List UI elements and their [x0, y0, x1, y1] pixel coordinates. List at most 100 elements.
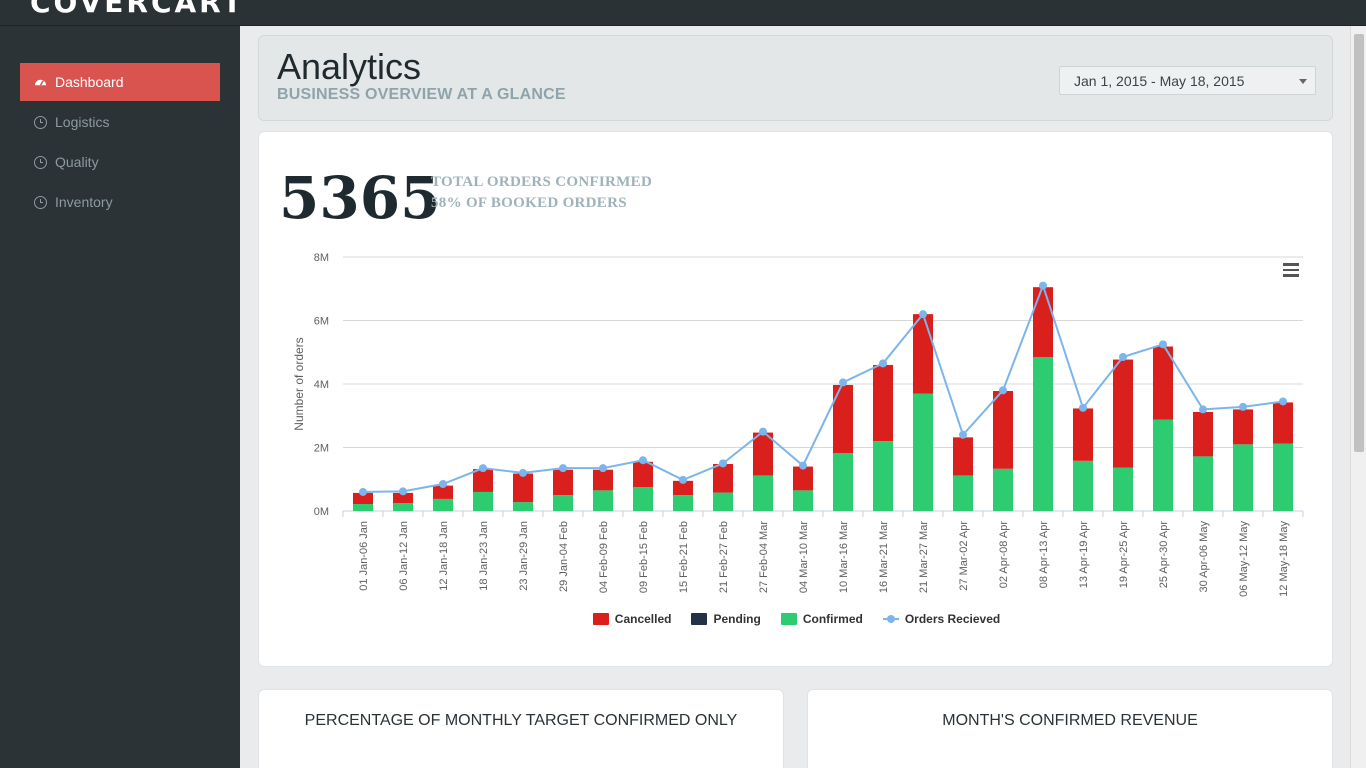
bar-cancelled — [633, 461, 653, 488]
monthly-target-card: PERCENTAGE OF MONTHLY TARGET CONFIRMED O… — [258, 689, 784, 768]
bar-cancelled — [593, 469, 613, 491]
clock-icon — [34, 195, 47, 209]
bar-confirmed — [353, 504, 373, 511]
scrollbar-thumb[interactable] — [1354, 34, 1364, 452]
caret-down-icon — [1299, 79, 1307, 84]
sidebar-item-dashboard[interactable]: Dashboard — [20, 63, 220, 101]
bar-confirmed — [393, 503, 413, 511]
legend-item-confirmed[interactable]: Confirmed — [780, 612, 863, 626]
bar-confirmed — [1153, 419, 1173, 511]
legend-item-pending[interactable]: Pending — [691, 612, 761, 626]
bar-confirmed — [593, 490, 613, 511]
bar-cancelled — [913, 314, 933, 394]
bar-confirmed — [713, 492, 733, 511]
sidebar-item-label: Logistics — [55, 114, 110, 130]
line-marker-icon — [882, 613, 899, 625]
confirmed-swatch — [780, 613, 797, 625]
confirmed-revenue-card: MONTH'S CONFIRMED REVENUE — [807, 689, 1333, 768]
top-bar: COVERCART — [0, 0, 1366, 26]
bar-confirmed — [473, 491, 493, 511]
sidebar-item-label: Quality — [55, 154, 99, 170]
x-tick-label: 16 Mar-21 Mar — [878, 521, 890, 593]
x-tick-label: 19 Apr-25 Apr — [1118, 521, 1130, 589]
bar-cancelled — [513, 473, 533, 503]
orders-received-point — [359, 487, 367, 496]
clock-icon — [34, 115, 47, 129]
bar-confirmed — [513, 502, 533, 511]
x-tick-label: 25 Apr-30 Apr — [1158, 521, 1170, 589]
x-tick-label: 21 Mar-27 Mar — [918, 521, 930, 593]
bar-cancelled — [1073, 408, 1093, 461]
orders-received-point — [879, 359, 887, 368]
x-tick-label: 27 Mar-02 Apr — [958, 521, 970, 591]
legend-item-orders-received[interactable]: Orders Recieved — [882, 612, 1000, 626]
sidebar-item-logistics[interactable]: Logistics — [20, 103, 220, 141]
legend-label: Confirmed — [802, 612, 863, 626]
sidebar-item-inventory[interactable]: Inventory — [20, 183, 220, 221]
sidebar-item-label: Inventory — [55, 194, 113, 210]
bar-confirmed — [433, 498, 453, 511]
confirmed-revenue-title: MONTH'S CONFIRMED REVENUE — [942, 712, 1198, 729]
x-tick-label: 29 Jan-04 Feb — [558, 521, 570, 592]
x-tick-label: 30 Apr-06 May — [1198, 521, 1210, 593]
x-tick-label: 27 Feb-04 Mar — [758, 521, 770, 593]
bar-confirmed — [873, 441, 893, 511]
orders-received-point — [839, 378, 847, 387]
bar-cancelled — [873, 364, 893, 442]
monthly-target-title: PERCENTAGE OF MONTHLY TARGET CONFIRMED O… — [304, 712, 738, 729]
orders-received-point — [1279, 397, 1287, 406]
x-tick-label: 12 May-18 May — [1278, 521, 1290, 597]
x-tick-label: 09 Feb-15 Feb — [638, 521, 650, 593]
x-tick-label: 18 Jan-23 Jan — [478, 521, 490, 591]
x-tick-label: 04 Feb-09 Feb — [598, 521, 610, 593]
date-range-value: Jan 1, 2015 - May 18, 2015 — [1074, 73, 1245, 89]
chart-menu-icon[interactable] — [1283, 263, 1299, 277]
x-tick-label: 08 Apr-13 Apr — [1038, 521, 1050, 589]
orders-received-point — [439, 480, 447, 489]
y-tick-label: 8M — [314, 252, 329, 264]
legend-label: Pending — [713, 612, 761, 626]
x-tick-label: 02 Apr-08 Apr — [998, 521, 1010, 589]
x-tick-label: 06 Jan-12 Jan — [398, 521, 410, 591]
bar-confirmed — [1193, 456, 1213, 511]
orders-received-point — [399, 487, 407, 496]
x-tick-label: 12 Jan-18 Jan — [438, 521, 450, 591]
bar-confirmed — [913, 393, 933, 511]
x-tick-label: 10 Mar-16 Mar — [838, 521, 850, 593]
bar-confirmed — [553, 495, 573, 511]
page-title: Analytics — [277, 46, 422, 87]
orders-received-point — [599, 464, 607, 473]
bar-cancelled — [473, 469, 493, 492]
y-axis-title: Number of orders — [292, 337, 306, 430]
y-tick-label: 4M — [314, 379, 329, 391]
orders-received-point — [1159, 340, 1167, 349]
orders-received-point — [639, 456, 647, 465]
x-tick-label: 23 Jan-29 Jan — [518, 521, 530, 591]
legend-label: Cancelled — [614, 612, 672, 626]
bar-confirmed — [673, 495, 693, 511]
orders-received-point — [919, 310, 927, 319]
x-tick-label: 21 Feb-27 Feb — [718, 521, 730, 593]
orders-received-point — [519, 468, 527, 477]
pending-swatch — [691, 613, 708, 625]
orders-received-point — [799, 461, 807, 470]
y-tick-label: 6M — [314, 316, 329, 328]
app-logo[interactable]: COVERCART — [30, 0, 245, 19]
orders-received-point — [1039, 281, 1047, 290]
orders-received-point — [559, 464, 567, 473]
page-scrollbar[interactable] — [1350, 26, 1366, 768]
bar-confirmed — [1233, 444, 1253, 511]
bar-confirmed — [953, 475, 973, 511]
legend-item-cancelled[interactable]: Cancelled — [592, 612, 672, 626]
date-range-select[interactable]: Jan 1, 2015 - May 18, 2015 — [1059, 66, 1316, 95]
bar-confirmed — [833, 453, 853, 511]
orders-chart-card: 5365 TOTAL ORDERS CONFIRMED 58% OF BOOKE… — [258, 131, 1333, 667]
sidebar-item-quality[interactable]: Quality — [20, 143, 220, 181]
cancelled-swatch — [592, 613, 609, 625]
orders-received-point — [959, 430, 967, 439]
orders-received-point — [1119, 353, 1127, 362]
bar-cancelled — [993, 390, 1013, 469]
bar-cancelled — [1113, 359, 1133, 468]
clock-icon — [34, 155, 47, 169]
bar-confirmed — [1033, 357, 1053, 511]
